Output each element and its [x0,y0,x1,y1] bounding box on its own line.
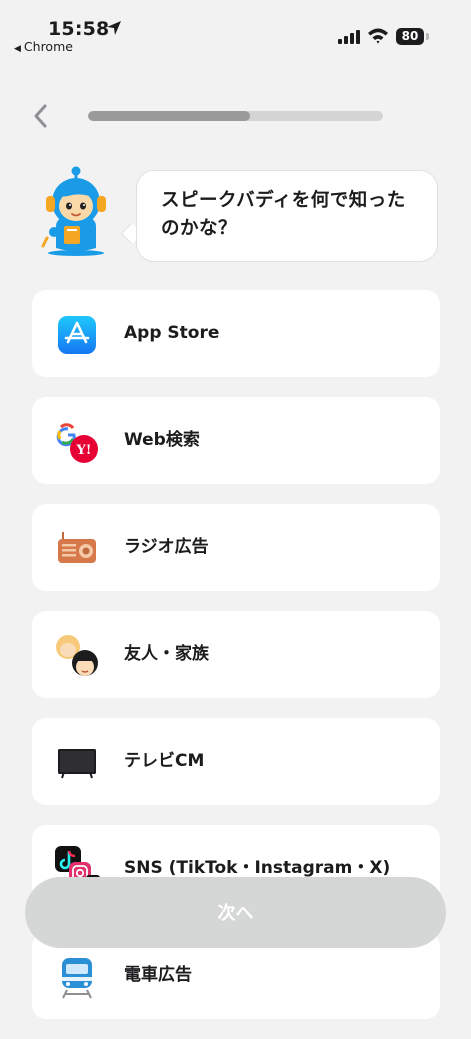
back-chevron-icon[interactable] [28,102,56,130]
back-triangle-icon: ◀ [14,44,21,54]
option-label: 友人・家族 [124,644,209,664]
onboarding-progress-bar [88,111,383,121]
back-to-app-link[interactable]: ◀ Chrome [14,39,73,54]
option-label: ラジオ広告 [124,537,209,557]
option-friends-family[interactable]: 友人・家族 [32,611,440,698]
app-store-icon [58,316,96,354]
progress-fill [88,111,251,121]
friends-family-icon [56,635,98,676]
tv-icon [58,749,96,779]
question-text: スピークバディを何で知ったのかな？ [161,190,406,239]
option-web-search[interactable]: Y! Web検索 [32,397,440,484]
google-yahoo-icon: Y! [56,423,98,463]
wifi-icon [368,28,388,44]
option-radio-ad[interactable]: ラジオ広告 [32,504,440,591]
location-arrow-icon [107,21,121,35]
battery-cap [426,33,429,40]
status-bar: 15:58 ◀ Chrome 80 [0,0,471,60]
robot-mascot-icon [41,166,106,256]
speech-bubble: スピークバディを何で知ったのかな？ [136,170,438,262]
back-app-label: Chrome [23,39,73,54]
option-label: Web検索 [124,430,200,450]
svg-text:Y!: Y! [76,443,92,458]
option-app-store[interactable]: App Store [32,290,440,377]
option-tv-cm[interactable]: テレビCM [32,718,440,805]
cellular-signal-icon [338,30,362,44]
next-button[interactable]: 次へ [25,877,446,948]
status-time: 15:58 [48,18,110,40]
radio-icon [58,532,96,563]
option-label: App Store [124,323,220,343]
train-icon [62,958,92,999]
option-label: テレビCM [124,751,205,771]
battery-indicator: 80 [396,28,424,45]
